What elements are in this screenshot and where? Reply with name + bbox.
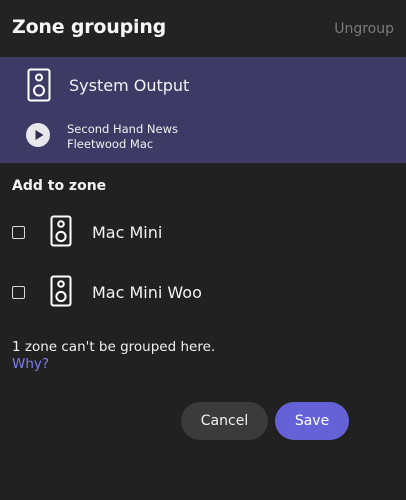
play-icon: [35, 130, 44, 140]
now-playing-title: Second Hand News: [67, 122, 178, 136]
dialog-header: Zone grouping Ungroup: [0, 0, 406, 57]
save-button[interactable]: Save: [275, 402, 349, 440]
cancel-button[interactable]: Cancel: [181, 402, 268, 440]
add-to-zone-heading: Add to zone: [12, 178, 107, 194]
mac-mini-checkbox[interactable]: [12, 226, 25, 239]
play-button[interactable]: [26, 123, 50, 147]
zone-row-mac-mini-woo[interactable]: Mac Mini Woo: [0, 274, 406, 314]
why-link[interactable]: Why?: [12, 356, 49, 372]
zone-row-label: Mac Mini: [92, 223, 163, 242]
speaker-icon: [27, 68, 51, 106]
page-title: Zone grouping: [12, 16, 167, 38]
zone-row-label: Mac Mini Woo: [92, 283, 202, 302]
mac-mini-woo-checkbox[interactable]: [12, 286, 25, 299]
speaker-icon: [50, 215, 72, 251]
speaker-icon: [50, 275, 72, 311]
now-playing-artist: Fleetwood Mac: [67, 137, 154, 151]
current-zone-card: System Output Second Hand News Fleetwood…: [0, 57, 406, 163]
current-zone-name: System Output: [69, 76, 190, 95]
grouping-notice: 1 zone can't be grouped here.: [12, 339, 216, 355]
zone-row-mac-mini[interactable]: Mac Mini: [0, 214, 406, 254]
ungroup-button[interactable]: Ungroup: [334, 21, 394, 37]
